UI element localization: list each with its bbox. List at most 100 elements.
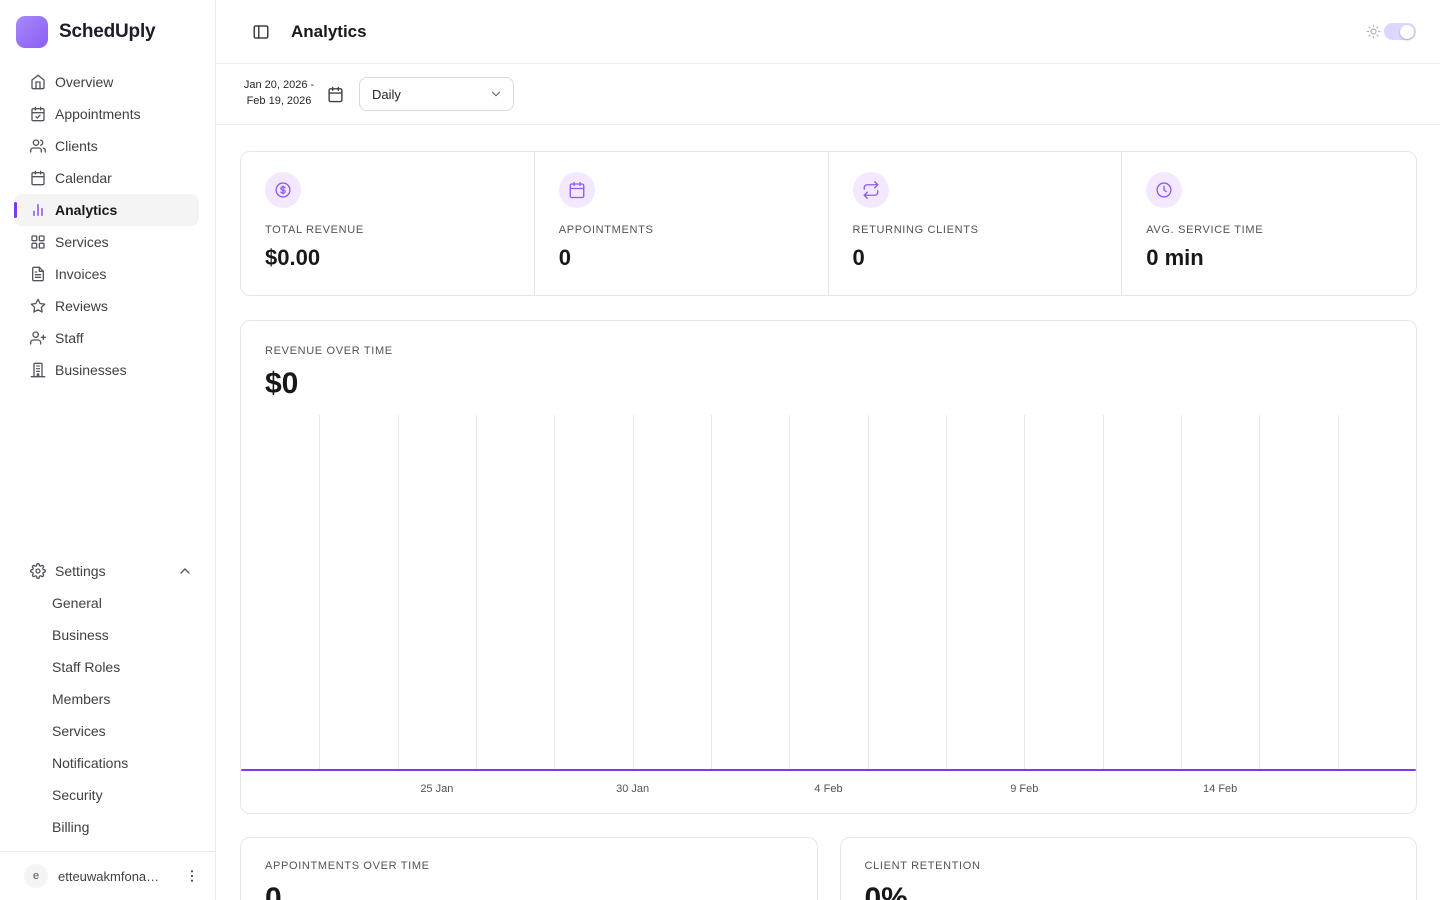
sidebar-item-label: Clients — [55, 138, 98, 154]
switch-knob — [1400, 25, 1414, 39]
sidebar-item-analytics[interactable]: Analytics — [14, 194, 199, 226]
stat-value: 0 — [853, 245, 1098, 271]
sidebar: SchedUply Overview Appointments Clients … — [0, 0, 216, 900]
sidebar-item-label: Reviews — [55, 298, 108, 314]
sidebar-item-settings[interactable]: Settings — [14, 555, 199, 587]
interval-select[interactable]: Daily — [359, 77, 514, 111]
chevron-up-icon[interactable] — [177, 563, 193, 579]
sidebar-item-settings-members[interactable]: Members — [0, 683, 215, 715]
sidebar-toggle-icon[interactable] — [248, 19, 274, 45]
gridline — [946, 415, 947, 771]
filter-bar: Jan 20, 2026 - Feb 19, 2026 Daily — [216, 64, 1440, 125]
sidebar-item-label: Staff — [55, 330, 84, 346]
sub-item-label: General — [52, 595, 102, 611]
gridline — [1338, 415, 1339, 771]
sidebar-item-label: Overview — [55, 74, 113, 90]
sub-item-label: Services — [52, 723, 106, 739]
calendar-icon — [30, 170, 46, 186]
stats-row: Total Revenue $0.00 Appointments 0 Retur… — [240, 151, 1417, 296]
repeat-icon — [853, 172, 889, 208]
revenue-over-time-card: Revenue Over Time $0 25 Jan 30 Jan 4 Feb 9 … — [240, 320, 1417, 814]
revenue-total-value: $0 — [265, 367, 1392, 401]
gridline — [554, 415, 555, 771]
stat-value: 0 min — [1146, 245, 1392, 271]
settings-section: Settings General Business Staff Roles Me… — [0, 555, 215, 851]
clock-icon — [1146, 172, 1182, 208]
x-tick-label: 30 Jan — [616, 783, 649, 795]
revenue-chart-header: Revenue Over Time $0 — [241, 321, 1416, 401]
revenue-chart-title: Revenue Over Time — [265, 345, 1392, 357]
stat-label: Appointments — [559, 224, 804, 236]
sidebar-item-settings-notifications[interactable]: Notifications — [0, 747, 215, 779]
sidebar-item-settings-general[interactable]: General — [0, 587, 215, 619]
sidebar-item-settings-services[interactable]: Services — [0, 715, 215, 747]
gridline — [711, 415, 712, 771]
avatar: e — [24, 864, 48, 888]
bar-chart-icon — [30, 202, 46, 218]
gridline — [789, 415, 790, 771]
sidebar-item-settings-staff-roles[interactable]: Staff Roles — [0, 651, 215, 683]
sidebar-item-services[interactable]: Services — [14, 226, 199, 258]
page-title: Analytics — [291, 22, 367, 42]
mini-card-value: 0% — [865, 882, 1393, 900]
sidebar-nav: Overview Appointments Clients Calendar A… — [0, 62, 215, 386]
gridline — [1181, 415, 1182, 771]
building-icon — [30, 362, 46, 378]
sidebar-item-label: Invoices — [55, 266, 106, 282]
topbar: Analytics — [216, 0, 1440, 64]
gridline — [476, 415, 477, 771]
sidebar-item-settings-security[interactable]: Security — [0, 779, 215, 811]
sidebar-item-settings-business[interactable]: Business — [0, 619, 215, 651]
gear-icon — [30, 563, 46, 579]
x-tick-label: 4 Feb — [814, 783, 842, 795]
sidebar-item-reviews[interactable]: Reviews — [14, 290, 199, 322]
sidebar-item-label: Analytics — [55, 202, 117, 218]
mini-card-title: Client Retention — [865, 860, 1393, 872]
gridline — [319, 415, 320, 771]
sidebar-item-appointments[interactable]: Appointments — [14, 98, 199, 130]
sidebar-item-businesses[interactable]: Businesses — [14, 354, 199, 386]
sidebar-item-settings-billing[interactable]: Billing — [0, 811, 215, 843]
user-name: etteuwakmfona… — [58, 869, 167, 884]
sidebar-item-label: Businesses — [55, 362, 127, 378]
sidebar-item-calendar[interactable]: Calendar — [14, 162, 199, 194]
stat-card-avg-service-time: Avg. Service Time 0 min — [1122, 152, 1416, 295]
date-range-picker[interactable]: Jan 20, 2026 - Feb 19, 2026 — [240, 78, 344, 110]
sub-item-label: Members — [52, 691, 110, 707]
revenue-chart-axis: 25 Jan30 Jan4 Feb9 Feb14 Feb — [241, 771, 1416, 813]
sidebar-item-overview[interactable]: Overview — [14, 66, 199, 98]
appointments-over-time-card: Appointments Over Time 0 — [240, 837, 818, 900]
app-logo-icon — [16, 16, 48, 48]
sidebar-item-invoices[interactable]: Invoices — [14, 258, 199, 290]
sidebar-item-staff[interactable]: Staff — [14, 322, 199, 354]
stat-card-total-revenue: Total Revenue $0.00 — [241, 152, 535, 295]
calendar-icon — [327, 86, 344, 103]
sub-item-label: Billing — [52, 819, 89, 835]
stat-value: $0.00 — [265, 245, 510, 271]
bottom-cards-row: Appointments Over Time 0 Client Retentio… — [240, 837, 1417, 900]
sidebar-item-label: Calendar — [55, 170, 112, 186]
sidebar-item-label: Services — [55, 234, 109, 250]
sidebar-item-clients[interactable]: Clients — [14, 130, 199, 162]
app-name: SchedUply — [59, 21, 155, 43]
x-tick-label: 9 Feb — [1010, 783, 1038, 795]
chevron-down-icon — [489, 87, 503, 101]
gridline — [633, 415, 634, 771]
app-logo: SchedUply — [0, 0, 215, 62]
x-tick-label: 25 Jan — [420, 783, 453, 795]
sub-item-label: Notifications — [52, 755, 128, 771]
mini-card-value: 0 — [265, 882, 793, 900]
kebab-menu-icon[interactable] — [177, 861, 207, 891]
stat-label: Returning Clients — [853, 224, 1098, 236]
calendar-check-icon — [30, 106, 46, 122]
revenue-chart-plot — [241, 415, 1416, 771]
theme-toggle[interactable] — [1366, 23, 1416, 40]
star-icon — [30, 298, 46, 314]
users-icon — [30, 138, 46, 154]
theme-switch[interactable] — [1384, 23, 1416, 40]
calendar-icon — [559, 172, 595, 208]
sub-item-label: Business — [52, 627, 109, 643]
content: Total Revenue $0.00 Appointments 0 Retur… — [216, 125, 1440, 900]
interval-value: Daily — [372, 87, 401, 102]
sub-item-label: Security — [52, 787, 103, 803]
